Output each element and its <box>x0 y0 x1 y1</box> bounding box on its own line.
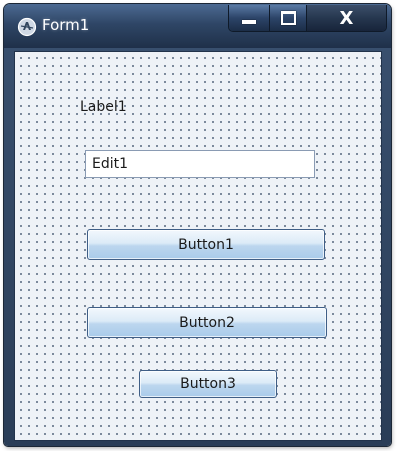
form-design-surface[interactable]: Label1 Button1 Button2 Button3 <box>14 51 382 441</box>
form-window: Form1 X Label1 Button1 Button2 Button3 <box>4 4 391 446</box>
window-title: Form1 <box>42 16 90 34</box>
caption-buttons: X <box>228 5 387 32</box>
button1[interactable]: Button1 <box>87 229 325 260</box>
label1: Label1 <box>80 99 127 115</box>
button2[interactable]: Button2 <box>87 307 327 338</box>
form-app-icon[interactable] <box>17 17 37 37</box>
minimize-icon <box>242 20 256 24</box>
close-button[interactable]: X <box>307 5 386 31</box>
title-bar[interactable]: Form1 X <box>4 4 391 48</box>
button3[interactable]: Button3 <box>139 370 277 398</box>
maximize-icon <box>280 11 296 25</box>
maximize-button[interactable] <box>270 5 307 31</box>
minimize-button[interactable] <box>229 5 270 31</box>
close-icon: X <box>339 7 354 29</box>
edit1-field[interactable] <box>85 150 315 178</box>
